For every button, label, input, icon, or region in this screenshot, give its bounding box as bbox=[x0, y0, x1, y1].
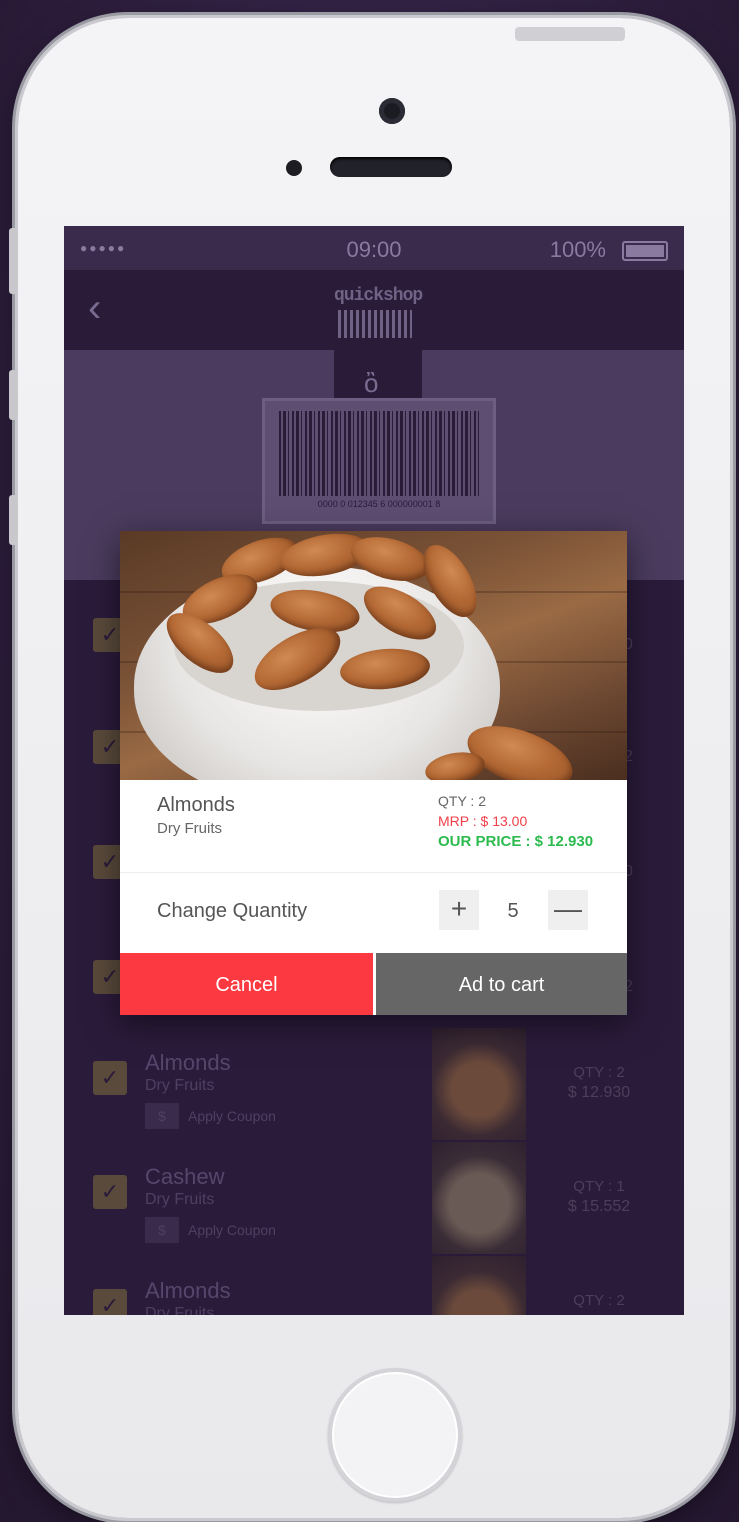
product-name: Almonds bbox=[157, 794, 235, 816]
item-name: Almonds bbox=[145, 1278, 231, 1303]
apple-icon: ὂ bbox=[364, 368, 379, 398]
battery-icon bbox=[622, 241, 668, 261]
barcode-icon bbox=[279, 411, 479, 496]
cancel-button[interactable]: Cancel bbox=[120, 953, 373, 1015]
item-name: Cashew bbox=[145, 1164, 225, 1189]
product-image bbox=[120, 531, 627, 780]
product-category: Dry Fruits bbox=[157, 820, 222, 837]
list-item[interactable]: ✓ Cashew Dry Fruits $ Apply Coupon QTY :… bbox=[64, 1142, 684, 1256]
product-thumbnail bbox=[432, 1142, 526, 1254]
row-qty: QTY : 2 bbox=[573, 1064, 625, 1081]
coupon-icon[interactable]: $ bbox=[145, 1217, 179, 1243]
earpiece-speaker bbox=[330, 157, 452, 177]
app-logo: quickshop bbox=[334, 286, 423, 306]
product-info: Almonds Dry Fruits QTY : 2 MRP : $ 13.00… bbox=[120, 780, 627, 873]
row-qty: QTY : 1 bbox=[573, 1178, 625, 1195]
product-mrp: MRP : $ 13.00 bbox=[438, 813, 528, 829]
product-thumbnail bbox=[432, 1028, 526, 1140]
volume-down-button bbox=[9, 495, 18, 545]
apply-coupon-link[interactable]: Apply Coupon bbox=[188, 1222, 276, 1238]
proximity-sensor bbox=[286, 160, 302, 176]
item-category: Dry Fruits bbox=[145, 1191, 215, 1208]
nav-bar: ‹ quickshop bbox=[64, 270, 684, 350]
logo-barcode-icon bbox=[338, 310, 412, 338]
power-button bbox=[515, 27, 625, 41]
checkbox-icon[interactable]: ✓ bbox=[93, 1061, 127, 1095]
quantity-value: 5 bbox=[507, 900, 519, 922]
status-bar: ●●●●● 09:00 100% bbox=[64, 226, 684, 270]
battery-percent: 100% bbox=[549, 237, 606, 262]
product-thumbnail bbox=[432, 1256, 526, 1315]
checkbox-icon[interactable]: ✓ bbox=[93, 1175, 127, 1209]
checkbox-icon[interactable]: ✓ bbox=[93, 1289, 127, 1315]
row-qty: QTY : 2 bbox=[573, 1292, 625, 1309]
minus-button[interactable]: — bbox=[548, 890, 588, 930]
row-price: $ 15.552 bbox=[567, 1198, 631, 1215]
list-item[interactable]: ✓ Almonds Dry Fruits QTY : 2 bbox=[64, 1256, 684, 1315]
item-category: Dry Fruits bbox=[145, 1305, 215, 1315]
product-qty: QTY : 2 bbox=[438, 793, 486, 809]
row-price: $ 12.930 bbox=[567, 1084, 631, 1101]
volume-up-button bbox=[9, 370, 18, 420]
item-name: Almonds bbox=[145, 1050, 231, 1075]
plus-button[interactable]: + bbox=[439, 890, 479, 930]
back-icon[interactable]: ‹ bbox=[88, 288, 101, 328]
home-button[interactable] bbox=[328, 1368, 462, 1502]
list-item[interactable]: ✓ Almonds Dry Fruits $ Apply Coupon QTY … bbox=[64, 1028, 684, 1142]
add-to-cart-button[interactable]: Ad to cart bbox=[376, 953, 627, 1015]
apply-coupon-link[interactable]: Apply Coupon bbox=[188, 1108, 276, 1124]
barcode-frame: 0000 0 012345 6 000000001 8 bbox=[262, 398, 496, 524]
quantity-stepper: Change Quantity + 5 — bbox=[120, 873, 627, 953]
mute-switch bbox=[9, 228, 18, 294]
barcode-number: 0000 0 012345 6 000000001 8 bbox=[317, 499, 441, 509]
change-quantity-label: Change Quantity bbox=[157, 900, 308, 922]
product-modal: Almonds Dry Fruits QTY : 2 MRP : $ 13.00… bbox=[120, 531, 627, 1015]
front-camera bbox=[379, 98, 405, 124]
product-our-price: OUR PRICE : $ 12.930 bbox=[438, 833, 594, 850]
item-category: Dry Fruits bbox=[145, 1077, 215, 1094]
coupon-icon[interactable]: $ bbox=[145, 1103, 179, 1129]
